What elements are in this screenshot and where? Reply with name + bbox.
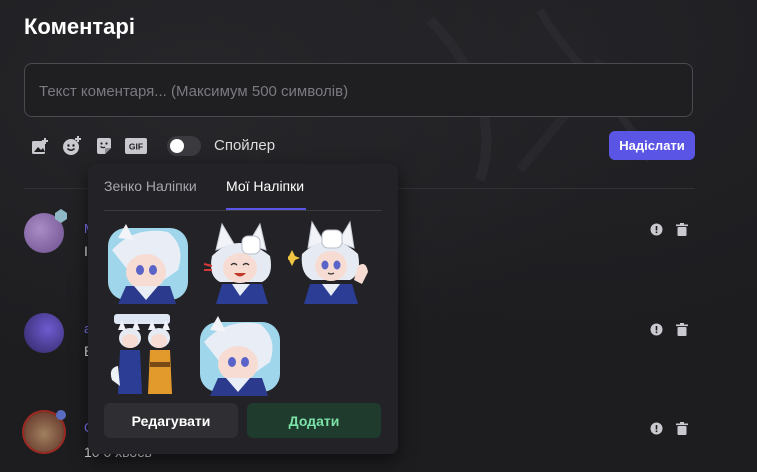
svg-text:GIF: GIF — [129, 142, 143, 152]
spoiler-toggle-knob — [170, 139, 184, 153]
report-icon[interactable] — [649, 222, 663, 236]
report-icon[interactable] — [649, 421, 663, 435]
tab-my-stickers[interactable]: Мої Наліпки — [226, 178, 304, 194]
page-title: Коментарі — [24, 14, 135, 39]
sticker-fox-boy-peek[interactable] — [104, 220, 190, 304]
delete-icon[interactable] — [675, 222, 689, 236]
sticker-fox-boy-laugh[interactable] — [198, 220, 284, 304]
send-button[interactable]: Надіслати — [609, 131, 695, 160]
sticker-icon[interactable] — [93, 135, 115, 157]
badge-icon — [55, 209, 67, 223]
spoiler-label: Спойлер — [214, 137, 276, 154]
sticker-fox-couple-kimono[interactable] — [104, 310, 190, 394]
delete-icon[interactable] — [675, 421, 689, 435]
report-icon[interactable] — [649, 322, 663, 336]
sticker-picker-popup: Зенко Наліпки Мої Наліпки Редагувати Дод… — [88, 164, 398, 454]
badge-icon — [56, 410, 66, 420]
image-add-icon[interactable] — [29, 135, 51, 157]
avatar[interactable] — [24, 313, 64, 353]
add-sticker-button[interactable]: Додати — [247, 403, 381, 438]
emoji-add-icon[interactable] — [61, 135, 83, 157]
delete-icon[interactable] — [675, 322, 689, 336]
tab-zenko-stickers[interactable]: Зенко Наліпки — [104, 178, 197, 194]
spoiler-toggle[interactable] — [167, 136, 201, 156]
sticker-fox-boy-peek-2[interactable] — [196, 312, 282, 396]
gif-icon[interactable]: GIF — [124, 135, 148, 157]
active-tab-indicator — [226, 208, 306, 210]
tabs-divider — [104, 210, 382, 211]
sticker-fox-boy-wave[interactable] — [288, 220, 374, 304]
comment-input[interactable]: Текст коментаря... (Максимум 500 символі… — [24, 63, 693, 117]
edit-stickers-button[interactable]: Редагувати — [104, 403, 238, 438]
comment-input-placeholder: Текст коментаря... (Максимум 500 символі… — [39, 83, 349, 100]
